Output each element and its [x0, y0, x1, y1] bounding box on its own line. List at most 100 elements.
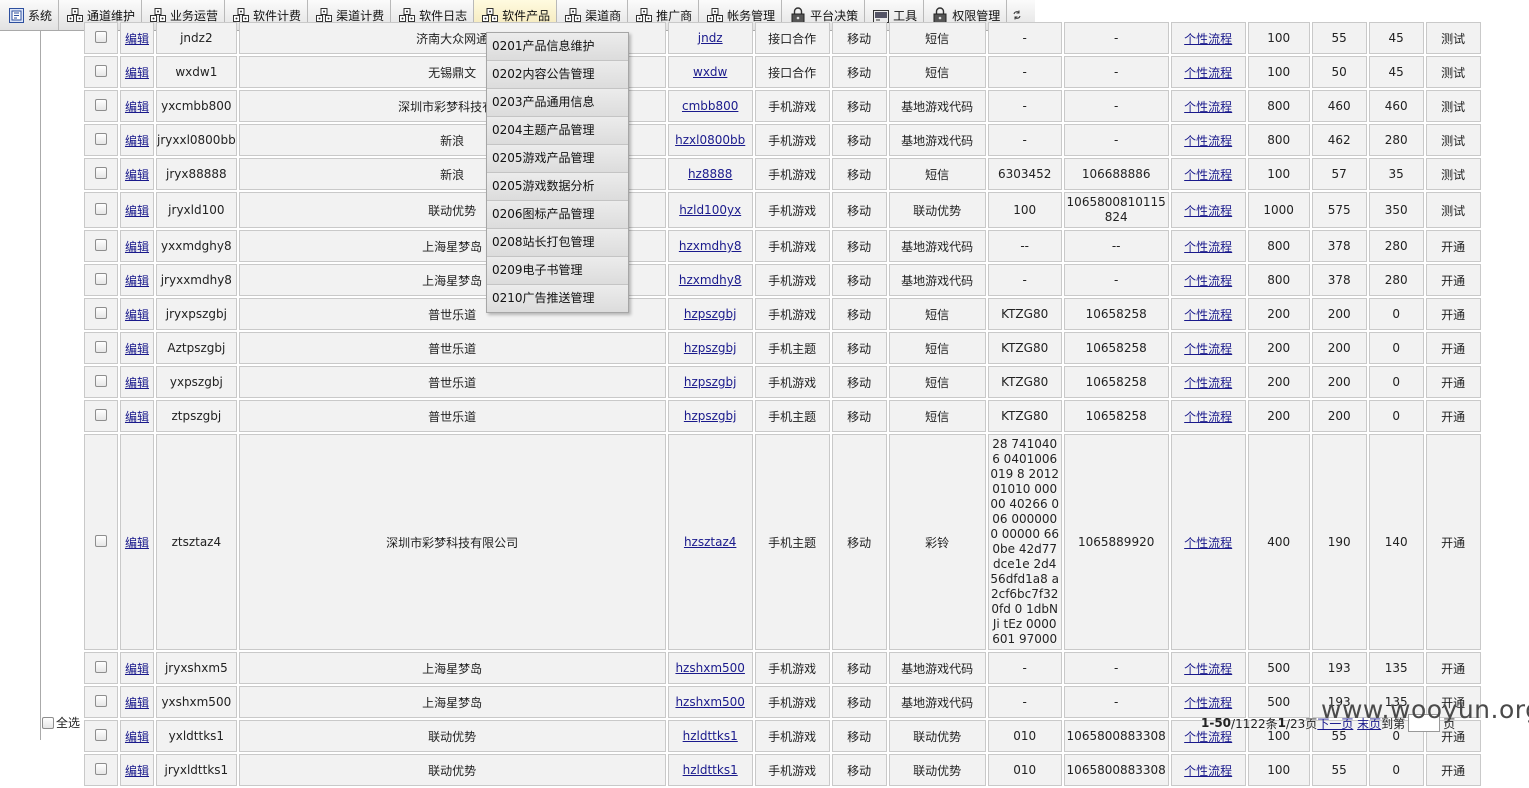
channel-link[interactable]: hzxmdhy8 [679, 239, 742, 253]
custom-flow-link[interactable]: 个性流程 [1184, 66, 1232, 80]
cell-link: hzpszgbj [667, 400, 753, 432]
edit-link[interactable]: 编辑 [125, 204, 149, 218]
edit-link[interactable]: 编辑 [125, 100, 149, 114]
cell-status: 测试 [1425, 56, 1481, 88]
row-checkbox[interactable] [95, 340, 107, 353]
channel-link[interactable]: hz8888 [688, 167, 732, 181]
row-checkbox[interactable] [95, 30, 107, 43]
custom-flow-link[interactable]: 个性流程 [1184, 536, 1232, 550]
channel-link[interactable]: hzshxm500 [675, 661, 744, 675]
channel-link[interactable]: hzpszgbj [684, 307, 737, 321]
row-checkbox[interactable] [95, 202, 107, 215]
channel-link[interactable]: hzsztaz4 [684, 535, 736, 549]
custom-flow-link[interactable]: 个性流程 [1184, 274, 1232, 288]
channel-link[interactable]: hzxl0800bb [675, 133, 745, 147]
cell-v1: 200 [1311, 366, 1367, 398]
row-checkbox[interactable] [95, 98, 107, 111]
cell-carrier: 移动 [831, 124, 887, 156]
cell-v2: 350 [1368, 192, 1424, 228]
edit-link[interactable]: 编辑 [125, 274, 149, 288]
edit-link[interactable]: 编辑 [125, 696, 149, 710]
edit-link[interactable]: 编辑 [125, 32, 149, 46]
dropdown-item-4[interactable]: 0205游戏产品管理 [487, 145, 628, 173]
row-checkbox[interactable] [95, 728, 107, 741]
custom-flow-link[interactable]: 个性流程 [1184, 662, 1232, 676]
row-checkbox[interactable] [95, 374, 107, 387]
row-checkbox[interactable] [95, 534, 107, 547]
row-checkbox[interactable] [95, 408, 107, 421]
channel-link[interactable]: hzpszgbj [684, 409, 737, 423]
custom-flow-link[interactable]: 个性流程 [1184, 696, 1232, 710]
custom-flow-link[interactable]: 个性流程 [1184, 100, 1232, 114]
edit-link[interactable]: 编辑 [125, 730, 149, 744]
row-checkbox[interactable] [95, 166, 107, 179]
row-checkbox[interactable] [95, 238, 107, 251]
cell-carrier: 移动 [831, 230, 887, 262]
custom-flow-link[interactable]: 个性流程 [1184, 410, 1232, 424]
edit-link[interactable]: 编辑 [125, 376, 149, 390]
cell-edit: 编辑 [120, 264, 154, 296]
select-all-checkbox[interactable] [42, 716, 54, 729]
edit-link[interactable]: 编辑 [125, 410, 149, 424]
channel-link[interactable]: wxdw [693, 65, 727, 79]
menu-item-0[interactable]: 系统 [0, 0, 60, 30]
row-checkbox[interactable] [95, 694, 107, 707]
channel-link[interactable]: hzpszgbj [684, 341, 737, 355]
edit-link[interactable]: 编辑 [125, 168, 149, 182]
edit-link[interactable]: 编辑 [125, 66, 149, 80]
edit-link[interactable]: 编辑 [125, 764, 149, 778]
edit-link[interactable]: 编辑 [125, 342, 149, 356]
row-checkbox[interactable] [95, 132, 107, 145]
channel-link[interactable]: hzldttks1 [683, 729, 738, 743]
custom-flow-link[interactable]: 个性流程 [1184, 308, 1232, 322]
cell-carrier: 移动 [831, 686, 887, 718]
custom-flow-link[interactable]: 个性流程 [1184, 240, 1232, 254]
cell-flow: 个性流程 [1170, 332, 1246, 364]
dropdown-item-5[interactable]: 0205游戏数据分析 [487, 173, 628, 201]
custom-flow-link[interactable]: 个性流程 [1184, 32, 1232, 46]
custom-flow-link[interactable]: 个性流程 [1184, 204, 1232, 218]
cell-type: 接口合作 [754, 56, 830, 88]
dropdown-item-1[interactable]: 0202内容公告管理 [487, 61, 628, 89]
cell-billing: 基地游戏代码 [888, 230, 986, 262]
channel-link[interactable]: cmbb800 [682, 99, 738, 113]
channel-link[interactable]: hzld100yx [679, 203, 741, 217]
edit-link[interactable]: 编辑 [125, 240, 149, 254]
edit-link[interactable]: 编辑 [125, 308, 149, 322]
dropdown-item-0[interactable]: 0201产品信息维护 [487, 33, 628, 61]
cell-chk [84, 298, 118, 330]
channel-link[interactable]: hzpszgbj [684, 375, 737, 389]
channel-link[interactable]: hzshxm500 [675, 695, 744, 709]
edit-link[interactable]: 编辑 [125, 536, 149, 550]
cell-chk [84, 124, 118, 156]
custom-flow-link[interactable]: 个性流程 [1184, 376, 1232, 390]
edit-link[interactable]: 编辑 [125, 134, 149, 148]
dropdown-item-3[interactable]: 0204主题产品管理 [487, 117, 628, 145]
cell-status: 测试 [1425, 192, 1481, 228]
custom-flow-link[interactable]: 个性流程 [1184, 134, 1232, 148]
channel-link[interactable]: jndz [698, 31, 723, 45]
cell-flow: 个性流程 [1170, 124, 1246, 156]
row-checkbox[interactable] [95, 272, 107, 285]
custom-flow-link[interactable]: 个性流程 [1184, 764, 1232, 778]
cell-carrier: 移动 [831, 22, 887, 54]
row-checkbox[interactable] [95, 762, 107, 775]
cell-v2: 0 [1368, 332, 1424, 364]
cell-status: 开通 [1425, 366, 1481, 398]
cell-port: 1065800810115824 [1063, 192, 1169, 228]
row-checkbox[interactable] [95, 660, 107, 673]
dropdown-item-9[interactable]: 0210广告推送管理 [487, 285, 628, 312]
select-all[interactable]: 全选 [42, 714, 80, 731]
dropdown-item-8[interactable]: 0209电子书管理 [487, 257, 628, 285]
custom-flow-link[interactable]: 个性流程 [1184, 168, 1232, 182]
edit-link[interactable]: 编辑 [125, 662, 149, 676]
dropdown-item-2[interactable]: 0203产品通用信息 [487, 89, 628, 117]
row-checkbox[interactable] [95, 306, 107, 319]
dropdown-item-6[interactable]: 0206图标产品管理 [487, 201, 628, 229]
channel-link[interactable]: hzldttks1 [683, 763, 738, 777]
dropdown-item-7[interactable]: 0208站长打包管理 [487, 229, 628, 257]
row-checkbox[interactable] [95, 64, 107, 77]
custom-flow-link[interactable]: 个性流程 [1184, 342, 1232, 356]
channel-link[interactable]: hzxmdhy8 [679, 273, 742, 287]
system-icon [8, 7, 24, 23]
